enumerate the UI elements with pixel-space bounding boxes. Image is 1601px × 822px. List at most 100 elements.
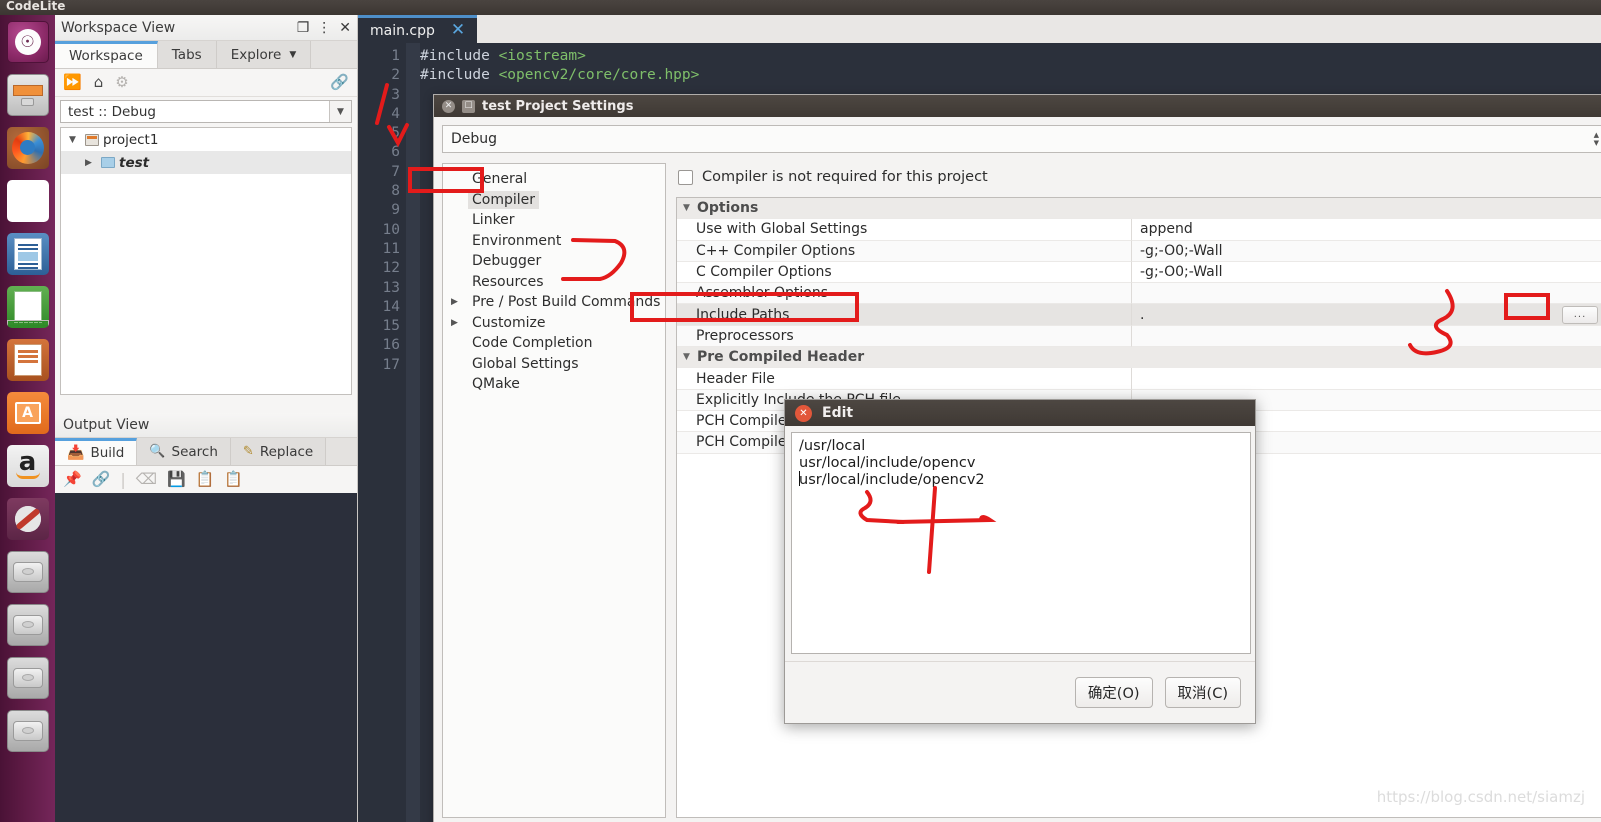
- close-icon[interactable]: ✕: [442, 99, 455, 113]
- home-icon[interactable]: ⌂: [94, 75, 104, 90]
- save-icon[interactable]: 💾: [167, 471, 186, 487]
- expander-icon[interactable]: ▼: [683, 203, 697, 213]
- grid-row-c-compiler-options[interactable]: C++ Compiler Options -g;-O0;-Wall: [677, 240, 1601, 262]
- workspace-tree[interactable]: ▼ project1 ▶ test: [60, 127, 352, 395]
- gear-icon[interactable]: ⚙: [115, 75, 128, 90]
- compiler-not-required-checkbox-row[interactable]: Compiler is not required for this projec…: [678, 169, 1601, 185]
- disk-icon-2[interactable]: [6, 603, 49, 646]
- settings-category-linker[interactable]: Linker: [443, 210, 665, 231]
- ubuntu-dash-icon[interactable]: ☉: [6, 20, 49, 63]
- launcher-item-disk-3[interactable]: [0, 651, 55, 704]
- maximize-icon[interactable]: ☐: [462, 99, 475, 113]
- grid-row-header-file[interactable]: Header File: [677, 368, 1601, 390]
- grid-category-pre-compiled-header[interactable]: ▼ Pre Compiled Header: [677, 347, 1601, 369]
- pin-icon[interactable]: 📌: [63, 471, 82, 487]
- launcher-item-settings[interactable]: [0, 492, 55, 545]
- launcher-item-firefox[interactable]: [0, 121, 55, 174]
- tab-workspace[interactable]: Workspace: [55, 41, 158, 68]
- settings-category-qmake[interactable]: QMake: [443, 374, 665, 395]
- browse-button[interactable]: ...: [1562, 305, 1598, 324]
- firefox-icon[interactable]: [6, 126, 49, 169]
- close-icon[interactable]: ✕: [451, 22, 465, 39]
- expander-icon[interactable]: ▼: [69, 135, 85, 145]
- settings-category-label: Linker: [472, 212, 515, 229]
- expander-icon[interactable]: ▼: [683, 352, 697, 362]
- configuration-select[interactable]: Debug ▲ ▼: [442, 125, 1601, 153]
- grid-row-preprocessors[interactable]: Preprocessors: [677, 325, 1601, 348]
- launcher-item-quad[interactable]: [0, 174, 55, 227]
- amazon-icon[interactable]: a: [6, 444, 49, 487]
- link-icon[interactable]: 🔗: [92, 471, 111, 487]
- tab-replace[interactable]: ✎ Replace: [230, 438, 327, 465]
- codelite-window: main.cpp ✕ 1 2 3 4 5 6 7 8 9 10 11 12 13 14 15 16 17 #in…: [55, 15, 1601, 822]
- launcher-item-software[interactable]: A: [0, 386, 55, 439]
- settings-category-debugger[interactable]: Debugger: [443, 251, 665, 272]
- grid-row-c-compiler-options[interactable]: C Compiler Options -g;-O0;-Wall: [677, 261, 1601, 284]
- ok-button[interactable]: 确定(O): [1074, 677, 1153, 708]
- workspace-config-select[interactable]: test :: Debug ▼: [60, 100, 352, 123]
- paste-icon[interactable]: 📋: [224, 471, 243, 487]
- disk-icon-3[interactable]: [6, 656, 49, 699]
- grid-row-value[interactable]: [1132, 368, 1601, 390]
- files-icon[interactable]: [6, 73, 49, 116]
- system-settings-icon[interactable]: [6, 497, 49, 540]
- expander-icon[interactable]: ▶: [451, 297, 468, 307]
- grid-row-value[interactable]: append: [1132, 219, 1601, 241]
- launcher-item-calc[interactable]: [0, 280, 55, 333]
- grid-row-use-with-global-settings[interactable]: Use with Global Settings append: [677, 219, 1601, 241]
- expander-icon[interactable]: ▶: [451, 318, 468, 328]
- settings-category-code-completion[interactable]: Code Completion: [443, 333, 665, 354]
- copy-icon[interactable]: 📋: [196, 471, 215, 487]
- launcher-item-writer[interactable]: [0, 227, 55, 280]
- unity-launcher[interactable]: ☉ A a: [0, 15, 55, 822]
- settings-category-resources[interactable]: Resources: [443, 272, 665, 293]
- close-icon[interactable]: ✕: [339, 21, 351, 35]
- launcher-item-ubuntu[interactable]: ☉: [0, 15, 55, 68]
- launcher-item-disk-1[interactable]: [0, 545, 55, 598]
- clear-icon[interactable]: ⌫: [136, 471, 157, 487]
- link-icon[interactable]: 🔗: [330, 75, 349, 90]
- output-view-console[interactable]: [55, 493, 357, 822]
- menu-dots-icon[interactable]: ⋮: [317, 21, 331, 35]
- launcher-item-files[interactable]: [0, 68, 55, 121]
- chevron-down-icon[interactable]: ▼: [329, 101, 351, 122]
- cancel-button[interactable]: 取消(C): [1164, 677, 1241, 708]
- tab-search[interactable]: 🔍 Search: [137, 438, 231, 465]
- screen: CodeLite ☉ A a main.cpp ✕ 1 2 3 4 5 6 7 …: [0, 0, 1601, 822]
- tab-tabs[interactable]: Tabs: [157, 41, 217, 68]
- edit-dialog-textarea[interactable]: /usr/local usr/local/include/opencv usr/lo…: [791, 432, 1251, 654]
- quad-colors-icon[interactable]: [6, 179, 49, 222]
- grid-category-options[interactable]: ▼ Options: [677, 198, 1601, 220]
- editor-tab-main-cpp[interactable]: main.cpp ✕: [358, 15, 478, 43]
- settings-category-global-settings[interactable]: Global Settings: [443, 354, 665, 375]
- compiler-not-required-checkbox[interactable]: [678, 169, 693, 185]
- chevron-down-icon[interactable]: ▼: [289, 50, 296, 60]
- libreoffice-calc-icon[interactable]: [6, 285, 49, 328]
- grid-row-value[interactable]: -g;-O0;-Wall: [1132, 241, 1601, 262]
- launcher-item-amazon[interactable]: a: [0, 439, 55, 492]
- ubuntu-software-icon[interactable]: A: [6, 391, 49, 434]
- workspace-config-value: test :: Debug: [68, 103, 157, 120]
- disk-icon-4[interactable]: [6, 709, 49, 752]
- libreoffice-writer-icon[interactable]: [6, 232, 49, 275]
- tree-item-project1[interactable]: ▼ project1: [61, 128, 351, 151]
- tab-search-label: Search: [171, 443, 218, 460]
- tree-item-test[interactable]: ▶ test: [61, 151, 351, 174]
- restore-icon[interactable]: ❐: [297, 21, 310, 35]
- close-icon[interactable]: ✕: [795, 404, 812, 422]
- spinner-icon[interactable]: ▲ ▼: [1594, 132, 1599, 147]
- send-icon[interactable]: ⏩: [63, 75, 82, 90]
- expander-icon[interactable]: ▶: [85, 158, 101, 168]
- grid-row-value[interactable]: [1132, 326, 1601, 348]
- launcher-item-impress[interactable]: [0, 333, 55, 386]
- disk-icon-1[interactable]: [6, 550, 49, 593]
- launcher-item-disk-2[interactable]: [0, 598, 55, 651]
- fold-margin: [406, 43, 420, 822]
- tab-build[interactable]: 📥 Build: [55, 438, 138, 465]
- libreoffice-impress-icon[interactable]: [6, 338, 49, 381]
- grid-row-value[interactable]: -g;-O0;-Wall: [1132, 262, 1601, 284]
- tab-explore[interactable]: Explore ▼: [216, 41, 312, 68]
- launcher-item-disk-4[interactable]: [0, 704, 55, 757]
- settings-category-environment[interactable]: Environment: [443, 231, 665, 252]
- settings-category-list[interactable]: General Compiler Linker Environment Debugger…: [442, 163, 666, 818]
